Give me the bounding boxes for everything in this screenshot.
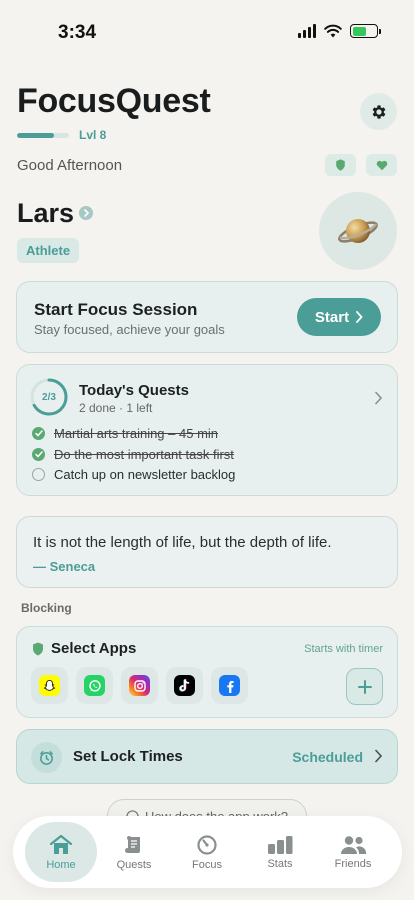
greeting-text: Good Afternoon — [17, 157, 123, 174]
shield-icon — [33, 642, 43, 656]
instagram-icon — [129, 675, 150, 696]
chevron-right-icon — [356, 311, 363, 323]
tab-home[interactable]: Home — [25, 822, 97, 882]
quest-item[interactable]: Do the most important task first — [32, 446, 234, 462]
shield-icon — [336, 159, 345, 171]
timer-note: Starts with timer — [304, 643, 383, 655]
quests-title: Today's Quests — [79, 382, 189, 399]
heart-icon — [376, 160, 387, 170]
focus-session-card[interactable]: Start Focus Session Stay focused, achiev… — [16, 281, 398, 353]
tab-bar: Home Quests Focus Stats Friends — [13, 816, 402, 888]
tab-label: Home — [46, 858, 76, 871]
quote-author: — Seneca — [33, 559, 96, 574]
profile-arrow-button[interactable] — [79, 206, 93, 220]
app-tile-instagram[interactable] — [121, 667, 158, 704]
status-time: 3:34 — [58, 22, 97, 43]
tab-quests[interactable]: Quests — [98, 822, 170, 882]
quest-item[interactable]: Catch up on newsletter backlog — [32, 466, 235, 482]
gear-icon — [372, 104, 385, 119]
quest-item-label: Do the most important task first — [54, 446, 234, 462]
quest-progress-label: 2/3 — [42, 391, 56, 403]
focus-session-subtitle: Stay focused, achieve your goals — [34, 322, 225, 337]
tab-stats[interactable]: Stats — [244, 822, 316, 882]
quote-text: It is not the length of life, but the de… — [33, 534, 332, 551]
app-tile-snapchat[interactable] — [31, 667, 68, 704]
whatsapp-icon — [84, 675, 105, 696]
tab-label: Friends — [334, 857, 372, 870]
snapchat-icon — [39, 675, 60, 696]
tab-label: Stats — [267, 857, 293, 870]
chevron-right-icon — [375, 749, 383, 763]
cellular-signal-icon — [298, 24, 316, 38]
quest-item-label: Catch up on newsletter backlog — [54, 466, 236, 482]
set-lock-times-title: Set Lock Times — [73, 748, 183, 765]
avatar[interactable] — [319, 192, 397, 270]
scroll-icon — [125, 835, 140, 853]
app-tile-facebook[interactable] — [211, 667, 248, 704]
select-apps-card[interactable]: Select Apps Starts with timer — [16, 626, 398, 718]
chevron-right-icon[interactable] — [374, 391, 383, 405]
battery-level — [352, 26, 367, 36]
start-button-label: Start — [314, 308, 350, 326]
facebook-icon — [219, 675, 240, 696]
select-apps-title: Select Apps — [51, 640, 137, 657]
home-icon — [49, 834, 73, 854]
quest-item-label: Martial arts training – 45 min — [54, 425, 219, 441]
check-circle-icon[interactable] — [32, 426, 45, 440]
add-app-button[interactable] — [346, 668, 383, 705]
focus-session-title: Start Focus Session — [34, 300, 198, 319]
role-badge: Athlete — [17, 238, 80, 263]
set-lock-times-card[interactable]: Set Lock Times Scheduled — [16, 729, 398, 784]
tab-label: Quests — [116, 858, 152, 871]
settings-button[interactable] — [360, 93, 397, 130]
plus-icon — [357, 679, 372, 694]
user-name[interactable]: Lars — [17, 198, 74, 229]
quests-card[interactable]: 2/3 Today's Quests 2 done · 1 left Marti… — [16, 364, 398, 496]
tab-friends[interactable]: Friends — [317, 822, 389, 882]
tab-label: Focus — [192, 858, 222, 871]
empty-circle-icon[interactable] — [32, 467, 45, 481]
check-circle-icon[interactable] — [32, 447, 45, 461]
start-button[interactable]: Start — [297, 298, 381, 336]
quests-summary: 2 done · 1 left — [79, 401, 153, 415]
heart-badge-button[interactable] — [366, 154, 397, 176]
bar-chart-icon — [268, 835, 293, 854]
app-tile-tiktok[interactable] — [166, 667, 203, 704]
status-bar: 3:34 — [0, 0, 414, 66]
quest-item[interactable]: Martial arts training – 45 min — [32, 425, 218, 441]
blocking-section-label: Blocking — [21, 601, 72, 615]
tiktok-icon — [174, 675, 195, 696]
app-title: FocusQuest — [17, 82, 211, 120]
planet-icon — [338, 219, 378, 243]
people-icon — [341, 835, 367, 854]
wifi-icon — [324, 24, 342, 38]
status-icons — [298, 24, 381, 38]
chevron-right-icon — [83, 209, 89, 217]
timer-icon — [197, 834, 217, 855]
quote-card: It is not the length of life, but the de… — [16, 516, 398, 588]
app-tile-whatsapp[interactable] — [76, 667, 113, 704]
lock-timer-icon — [31, 742, 62, 773]
xp-progress-fill — [17, 133, 55, 138]
shield-badge-button[interactable] — [325, 154, 356, 176]
lock-status: Scheduled — [292, 749, 363, 765]
battery-icon — [350, 24, 381, 38]
level-label: Lvl 8 — [79, 128, 107, 142]
xp-progress-bar — [17, 133, 69, 138]
tab-focus[interactable]: Focus — [171, 822, 243, 882]
